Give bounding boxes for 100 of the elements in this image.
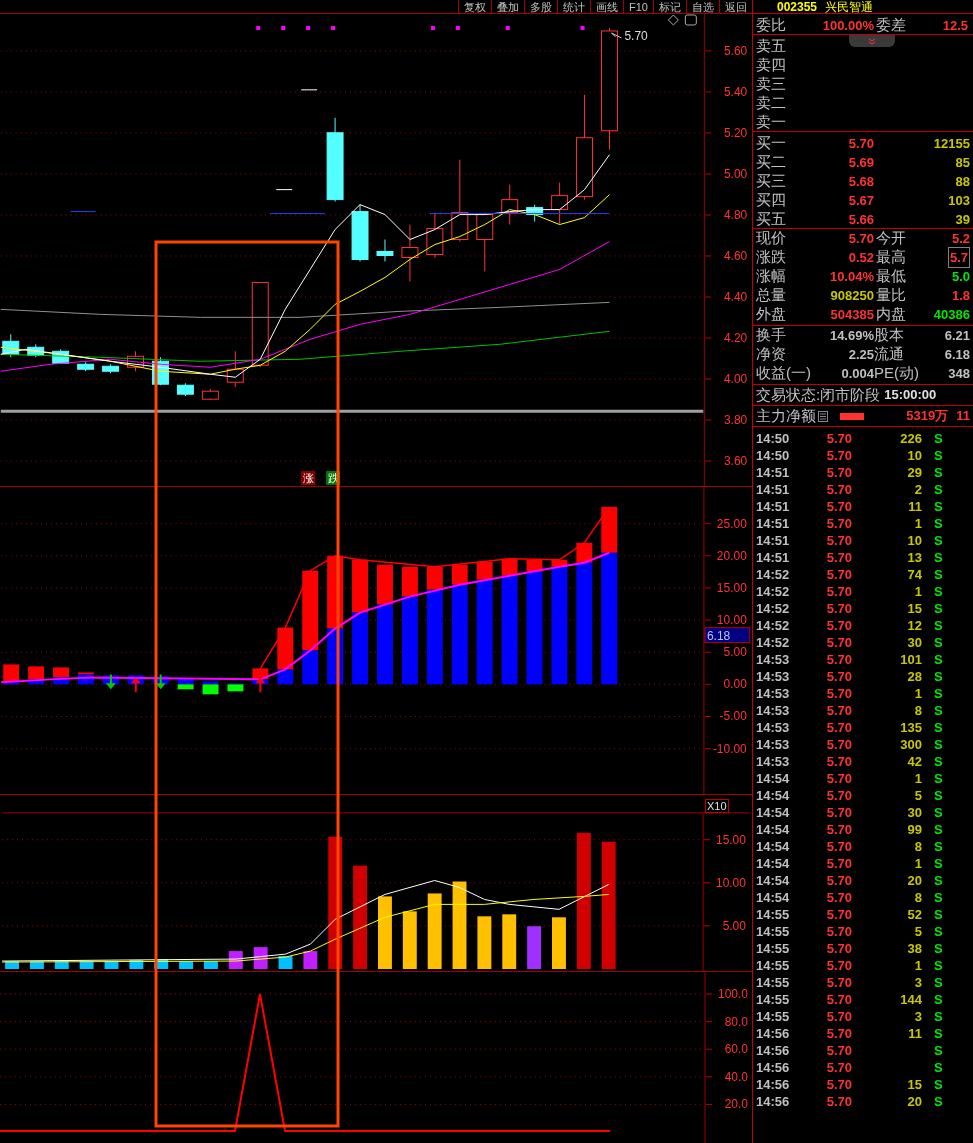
- trade-time: 14:56: [756, 1042, 791, 1060]
- trade-price: 5.70: [825, 855, 852, 873]
- axis-label: 4.00: [723, 372, 748, 386]
- bid-label: 买四: [756, 190, 787, 210]
- ask-label: 卖三: [756, 74, 786, 93]
- field-value: 5.7: [947, 246, 970, 269]
- axis-label: 4.60: [723, 249, 748, 263]
- trade-time: 14:54: [756, 855, 791, 873]
- trade-side: S: [933, 447, 944, 465]
- ask-label: 卖四: [756, 55, 786, 74]
- field-value: 0.52: [848, 248, 874, 267]
- axis-label: -10.00: [712, 741, 747, 756]
- toolbar-button[interactable]: 多股: [524, 0, 558, 14]
- trade-price: 5.70: [825, 600, 852, 618]
- trade-time: 14:53: [756, 719, 791, 737]
- toolbar-button[interactable]: 返回: [719, 0, 752, 14]
- trade-time: 14:51: [756, 481, 791, 499]
- trade-price: 5.70: [825, 1042, 852, 1060]
- trade-price: 5.70: [825, 872, 852, 890]
- candle: [176, 382, 194, 397]
- bid-price: 5.66: [847, 210, 874, 229]
- trade-time: 14:51: [756, 532, 791, 550]
- field-value: 5.70: [848, 229, 874, 248]
- axis-tick: [704, 50, 712, 52]
- trade-volume: 1: [913, 515, 922, 533]
- axis-label: 5.00: [723, 166, 748, 181]
- trade-price: 5.70: [825, 651, 852, 669]
- field-label: 总量: [756, 285, 787, 306]
- trade-price: 5.70: [825, 1059, 852, 1077]
- toolbar-button[interactable]: 统计: [557, 0, 591, 14]
- candle: [27, 343, 45, 358]
- up-arrow-icon: [130, 677, 141, 693]
- trade-side: S: [933, 583, 944, 601]
- toolbar-button[interactable]: F10: [623, 0, 653, 14]
- bid-price: 5.68: [847, 172, 874, 191]
- toolbar-button[interactable]: 复权: [458, 0, 492, 14]
- field-label: 涨幅: [756, 266, 787, 287]
- panel-toggle-icon[interactable]: [684, 14, 697, 26]
- trade-price: 5.70: [825, 1093, 852, 1111]
- trade-time: 14:53: [756, 753, 791, 771]
- candle: [226, 350, 244, 388]
- trade-price: 5.70: [825, 566, 852, 584]
- list-icon[interactable]: [818, 410, 828, 422]
- trade-price: 5.70: [825, 617, 852, 635]
- toolbar-button[interactable]: 标记: [653, 0, 686, 14]
- trade-time: 14:56: [756, 1093, 791, 1111]
- trade-side: S: [933, 532, 944, 550]
- field-value: 504385: [830, 305, 874, 324]
- indicator-bar: [202, 681, 219, 695]
- indicator-bar: [53, 667, 69, 685]
- candle: [376, 239, 394, 262]
- up-arrow-icon: [255, 677, 266, 693]
- axis-tick: [704, 619, 712, 621]
- trade-time: 14:52: [756, 600, 791, 618]
- axis-tick: [704, 587, 712, 589]
- trade-price: 5.70: [825, 549, 852, 567]
- trade-time: 14:53: [756, 685, 791, 703]
- candle: [127, 350, 144, 372]
- volume-bar: [79, 961, 94, 969]
- axis-tick: [705, 1076, 713, 1078]
- volume-bar: [278, 956, 293, 969]
- field-label: PE(动): [874, 363, 920, 384]
- trade-side: S: [933, 736, 944, 754]
- trade-time: 14:50: [756, 447, 791, 465]
- trade-side: S: [933, 668, 944, 686]
- marker-label: 跌: [327, 472, 339, 484]
- trade-volume: 226: [899, 430, 922, 448]
- trade-volume: 38: [906, 940, 922, 958]
- trade-volume: 11: [907, 498, 922, 516]
- trade-volume: 8: [913, 889, 922, 907]
- trade-side: S: [933, 1059, 944, 1077]
- trade-time: 14:55: [756, 957, 791, 975]
- trade-volume: 3: [913, 974, 922, 992]
- candle: [351, 204, 369, 262]
- trade-time: 14:55: [756, 923, 791, 941]
- trade-volume: 3: [913, 1008, 922, 1026]
- trade-side: S: [933, 464, 944, 482]
- trade-time: 14:52: [756, 583, 791, 601]
- trade-volume: 1: [913, 685, 922, 703]
- trade-side: S: [933, 515, 944, 533]
- price-label: 5.70: [624, 28, 648, 43]
- trade-side: S: [933, 889, 944, 907]
- trade-price: 5.70: [825, 906, 852, 924]
- toolbar-button[interactable]: 画线: [590, 0, 624, 14]
- dash-mark: [300, 89, 318, 91]
- toolbar-button[interactable]: 自选: [686, 0, 719, 14]
- candle: [102, 363, 120, 374]
- toolbar-button[interactable]: 叠加: [491, 0, 525, 14]
- field-value: 348: [947, 364, 970, 383]
- collapse-button[interactable]: [849, 35, 895, 47]
- field-label: 换手: [756, 325, 787, 346]
- axis-label: 15.00: [716, 580, 747, 595]
- trade-side: S: [933, 719, 944, 737]
- trade-time: 14:55: [756, 1008, 791, 1026]
- field-label: 涨跌: [756, 247, 787, 268]
- axis-tick: [704, 214, 712, 216]
- stock-code: 002355: [777, 0, 818, 14]
- field-value: 40386: [933, 305, 970, 324]
- trade-volume: 30: [906, 634, 922, 652]
- trade-time: 14:51: [756, 498, 791, 516]
